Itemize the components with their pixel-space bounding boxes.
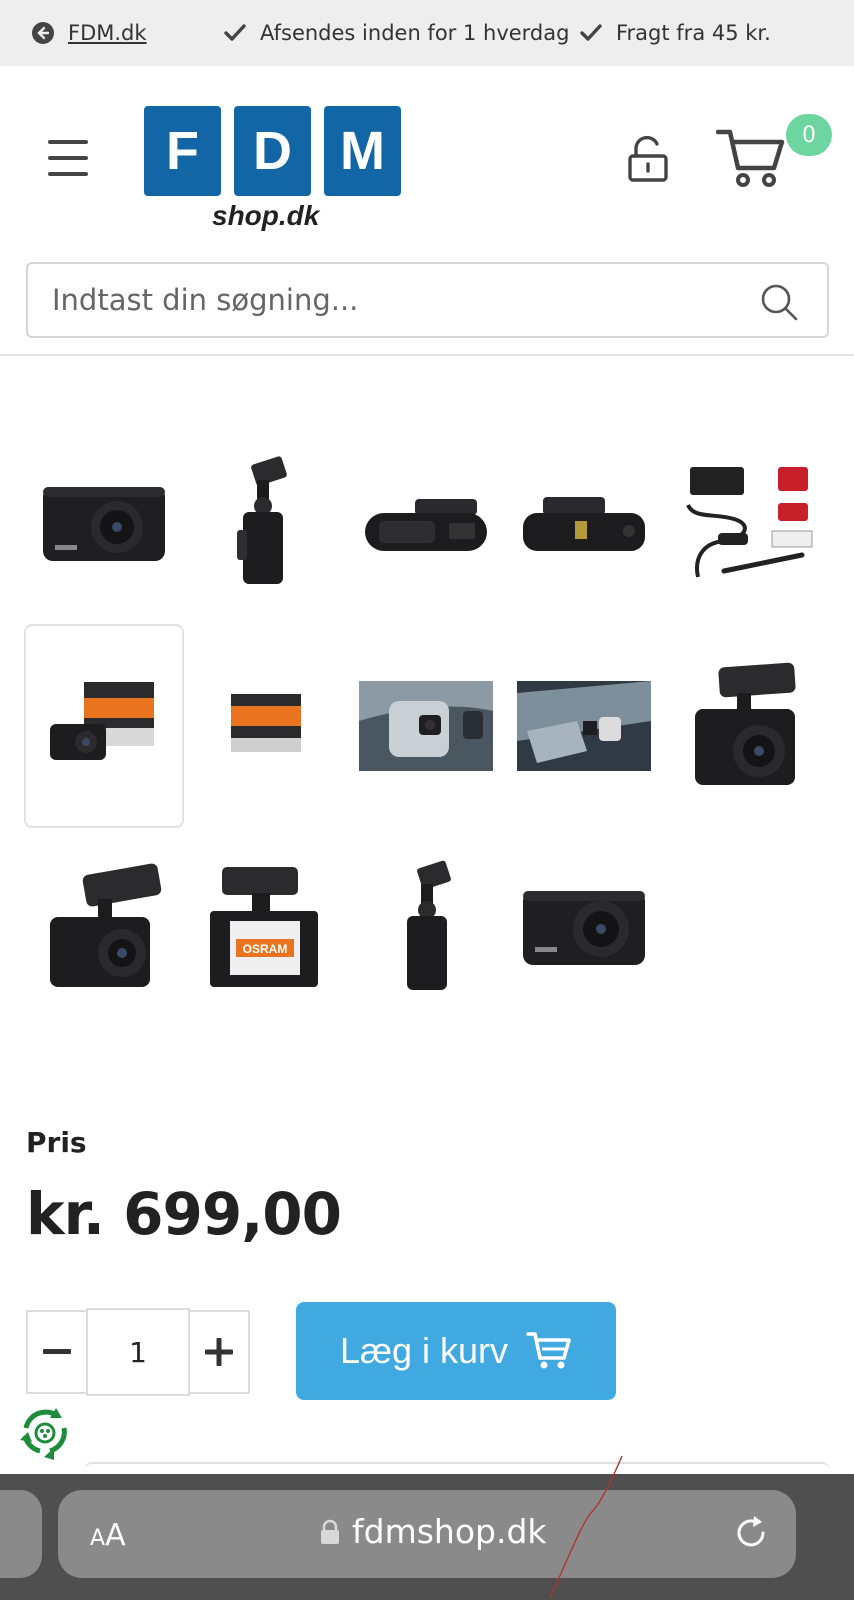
thumbnail-accessories-kit[interactable] xyxy=(664,422,824,626)
text-size-label-small: A xyxy=(90,1526,106,1551)
add-to-cart-button[interactable]: Læg i kurv xyxy=(296,1302,616,1400)
thumbnail-dashcam-with-mount[interactable] xyxy=(664,624,824,828)
arrow-left-icon xyxy=(32,22,54,44)
plus-icon xyxy=(205,1338,233,1366)
back-link[interactable]: FDM.dk xyxy=(32,0,147,66)
recycle-icon[interactable] xyxy=(16,1404,74,1462)
thumbnail-dashcam-top[interactable] xyxy=(346,422,506,626)
thumbnail-mounted-interior-1[interactable] xyxy=(346,624,506,828)
browser-toolbar: AA fdmshop.dk xyxy=(0,1474,854,1600)
domain-label: fdmshop.dk xyxy=(352,1512,547,1551)
thumbnail-dashcam-side[interactable] xyxy=(184,422,344,626)
back-link-label: FDM.dk xyxy=(68,21,147,45)
top-info-bar: FDM.dk Afsendes inden for 1 hverdag Frag… xyxy=(0,0,854,66)
thumbnail-box-with-camera[interactable] xyxy=(24,624,184,828)
freight-info-text: Fragt fra 45 kr. xyxy=(616,21,771,45)
logo-subtitle: shop.dk xyxy=(212,200,320,231)
thumbnail-dashcam-bottom[interactable] xyxy=(504,422,664,626)
search-box xyxy=(26,262,829,338)
screen-brand-text: OSRAM xyxy=(243,942,288,956)
thumbnail-box[interactable] xyxy=(184,624,344,828)
stray-mark xyxy=(549,1455,623,1599)
logo-letter-f: F xyxy=(144,106,221,196)
cart-count-badge: 0 xyxy=(786,114,832,156)
thumbnail-mounted-interior-2[interactable] xyxy=(504,624,664,828)
text-size-button[interactable]: AA xyxy=(90,1518,126,1553)
product-price: kr. 699,00 xyxy=(26,1180,342,1248)
padlock-icon xyxy=(321,1519,339,1544)
quantity-decrease-button[interactable] xyxy=(26,1310,88,1394)
fdm-shop-logo[interactable]: F D M shop.dk xyxy=(144,106,404,238)
address-text[interactable]: fdmshop.dk xyxy=(320,1512,547,1551)
cart-icon xyxy=(526,1332,571,1369)
logo-letter-m: M xyxy=(324,106,401,196)
header-divider xyxy=(0,354,854,356)
lock-icon[interactable] xyxy=(626,134,670,184)
price-label: Pris xyxy=(26,1126,87,1159)
logo-letter-d: D xyxy=(234,106,311,196)
check-icon xyxy=(224,24,246,41)
thumbnail-dashcam-screen[interactable]: OSRAM xyxy=(184,826,344,1030)
search-icon[interactable] xyxy=(759,282,799,322)
hamburger-menu-icon[interactable] xyxy=(48,140,88,176)
minus-icon xyxy=(43,1349,71,1354)
cart-icon[interactable] xyxy=(715,126,788,192)
quantity-input[interactable] xyxy=(86,1308,190,1396)
text-size-label-large: A xyxy=(105,1518,126,1553)
thumbnail-dashcam-angle[interactable] xyxy=(24,826,184,1030)
shipping-info-text: Afsendes inden for 1 hverdag xyxy=(260,21,570,45)
thumbnail-dashcam-side-2[interactable] xyxy=(346,826,506,1030)
quantity-increase-button[interactable] xyxy=(188,1310,250,1394)
freight-info: Fragt fra 45 kr. xyxy=(580,0,771,66)
thumbnail-dashcam-front-2[interactable] xyxy=(504,826,664,1030)
add-to-cart-label: Læg i kurv xyxy=(339,1330,509,1371)
previous-tab-preview[interactable] xyxy=(0,1490,42,1578)
shipping-info: Afsendes inden for 1 hverdag xyxy=(224,0,569,66)
thumbnail-dashcam-front[interactable] xyxy=(24,422,184,626)
check-icon xyxy=(580,24,602,41)
search-input[interactable] xyxy=(28,270,748,330)
section-divider xyxy=(84,1462,830,1472)
reload-icon[interactable] xyxy=(732,1514,770,1552)
